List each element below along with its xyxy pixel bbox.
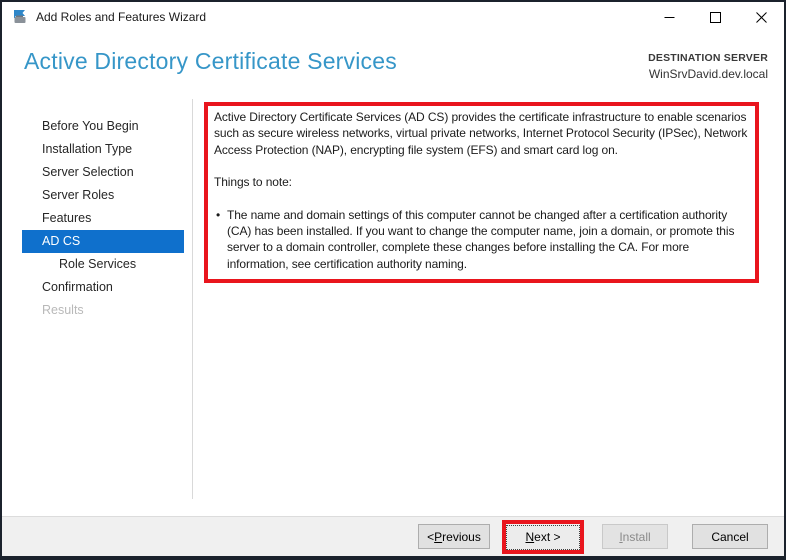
next-button-annotation-box: Next > bbox=[502, 520, 584, 554]
destination-server-block: DESTINATION SERVER WinSrvDavid.dev.local bbox=[648, 52, 768, 81]
things-to-note-heading: Things to note: bbox=[214, 174, 749, 190]
close-icon bbox=[756, 12, 767, 23]
install-label-post: nstall bbox=[623, 530, 651, 544]
next-button[interactable]: Next > bbox=[506, 525, 580, 550]
cancel-label-post: Cancel bbox=[711, 530, 748, 544]
window-title: Add Roles and Features Wizard bbox=[36, 10, 646, 24]
wizard-footer: < Previous Next > Install Cancel bbox=[2, 516, 784, 556]
install-button[interactable]: Install bbox=[602, 524, 668, 549]
window-controls bbox=[646, 2, 784, 32]
destination-server-label: DESTINATION SERVER bbox=[648, 52, 768, 64]
sidebar-item-server-selection[interactable]: Server Selection bbox=[2, 161, 184, 184]
previous-label-pre: < bbox=[427, 530, 434, 544]
wizard-body: Before You Begin Installation Type Serve… bbox=[2, 97, 784, 516]
adcs-intro-text: Active Directory Certificate Services (A… bbox=[214, 109, 749, 158]
page-title: Active Directory Certificate Services bbox=[24, 48, 397, 75]
adcs-description-annotation-box: Active Directory Certificate Services (A… bbox=[204, 102, 759, 283]
wizard-window: Add Roles and Features Wizard Active Dir… bbox=[0, 0, 786, 560]
sidebar-item-ad-cs[interactable]: AD CS bbox=[22, 230, 184, 253]
sidebar-item-confirmation[interactable]: Confirmation bbox=[2, 276, 184, 299]
bullet-icon: • bbox=[214, 207, 227, 273]
note-bullet-item: • The name and domain settings of this c… bbox=[214, 207, 749, 273]
sidebar-item-role-services[interactable]: Role Services bbox=[2, 253, 184, 276]
cancel-button[interactable]: Cancel bbox=[692, 524, 768, 549]
wizard-steps-nav: Before You Begin Installation Type Serve… bbox=[2, 115, 192, 322]
previous-button[interactable]: < Previous bbox=[418, 524, 490, 549]
sidebar-item-server-roles[interactable]: Server Roles bbox=[2, 184, 184, 207]
server-manager-icon bbox=[12, 9, 28, 25]
sidebar-item-features[interactable]: Features bbox=[2, 207, 184, 230]
wizard-header: Active Directory Certificate Services DE… bbox=[2, 32, 784, 97]
maximize-icon bbox=[710, 12, 721, 23]
note-bullet-text: The name and domain settings of this com… bbox=[227, 207, 749, 273]
previous-label-post: revious bbox=[442, 530, 481, 544]
sidebar-item-results: Results bbox=[2, 299, 184, 322]
sidebar-divider bbox=[192, 99, 193, 499]
minimize-icon bbox=[664, 12, 675, 23]
close-button[interactable] bbox=[738, 2, 784, 32]
maximize-button[interactable] bbox=[692, 2, 738, 32]
titlebar: Add Roles and Features Wizard bbox=[2, 2, 784, 32]
destination-server-name: WinSrvDavid.dev.local bbox=[648, 67, 768, 81]
minimize-button[interactable] bbox=[646, 2, 692, 32]
next-label-post: ext > bbox=[534, 530, 560, 544]
sidebar-item-before-you-begin[interactable]: Before You Begin bbox=[2, 115, 184, 138]
sidebar-item-installation-type[interactable]: Installation Type bbox=[2, 138, 184, 161]
previous-label-key: P bbox=[434, 530, 442, 544]
next-label-key: N bbox=[525, 530, 534, 544]
